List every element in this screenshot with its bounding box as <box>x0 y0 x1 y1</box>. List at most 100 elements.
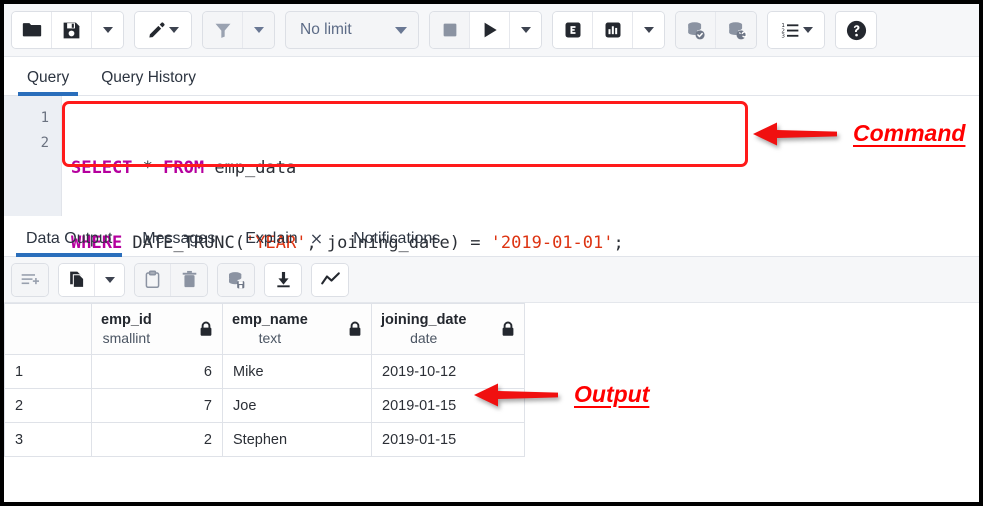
filter-icon <box>215 23 230 38</box>
output-annotation-label: Output <box>574 381 650 407</box>
numbered-list-icon: 1 2 3 <box>781 23 798 39</box>
commit-button[interactable] <box>676 12 716 48</box>
save-file-button[interactable] <box>52 12 92 48</box>
explain-button[interactable] <box>553 12 593 48</box>
chevron-down-icon <box>395 26 407 34</box>
table-row[interactable]: 1 6 Mike 2019-10-12 <box>4 354 525 389</box>
edit-button-group <box>134 11 192 49</box>
cell-emp_name[interactable]: Stephen <box>222 422 372 457</box>
line-number: 1 <box>40 110 49 126</box>
sql-keyword: FROM <box>163 158 205 178</box>
add-row-group <box>11 262 49 297</box>
transaction-button-group <box>675 11 757 49</box>
command-annotation-label: Command <box>853 120 966 146</box>
explain-button-group <box>552 11 665 49</box>
cell-emp_id[interactable]: 7 <box>91 388 223 423</box>
results-table-head: emp_id smallint emp_name text joining_da… <box>4 303 525 355</box>
query-tab-bar: Query Query History <box>4 57 979 96</box>
filter-button[interactable] <box>203 12 243 48</box>
tab-data-output[interactable]: Data Output <box>16 230 123 257</box>
column-header-joining_date[interactable]: joining_date date <box>371 303 525 355</box>
chevron-down-icon <box>520 27 531 33</box>
line-number: 2 <box>40 135 49 151</box>
sql-code-area[interactable]: SELECT * FROM emp_data WHERE DATE_TRUNC(… <box>62 96 979 253</box>
command-arrow-icon <box>751 122 839 145</box>
explain-analyze-button[interactable] <box>593 12 633 48</box>
sql-editor[interactable]: 1 2 SELECT * FROM emp_data WHERE DATE_TR… <box>4 96 979 253</box>
tab-query-history[interactable]: Query History <box>92 69 205 95</box>
table-header-row: emp_id smallint emp_name text joining_da… <box>4 303 525 355</box>
cell-emp_name[interactable]: Joe <box>222 388 372 423</box>
bar-chart-icon <box>605 22 620 38</box>
tab-notifications[interactable]: Notifications <box>343 230 450 256</box>
query-toolbar: No limit 1 2 3 <box>4 4 979 57</box>
chevron-down-icon <box>169 27 179 33</box>
close-icon[interactable]: × <box>310 229 323 248</box>
column-type: text <box>258 329 282 346</box>
execute-dropdown[interactable] <box>510 12 541 48</box>
chevron-down-icon <box>102 27 113 33</box>
table-row[interactable]: 2 7 Joe 2019-01-15 <box>4 388 525 423</box>
save-file-dropdown[interactable] <box>92 12 123 48</box>
column-header-emp_id[interactable]: emp_id smallint <box>91 303 223 355</box>
row-number: 2 <box>4 388 92 423</box>
column-header-emp_name[interactable]: emp_name text <box>222 303 372 355</box>
table-row[interactable]: 3 2 Stephen 2019-01-15 <box>4 422 525 457</box>
question-circle-icon <box>846 20 866 40</box>
sql-identifier: emp_data <box>204 158 297 178</box>
row-limit-select[interactable]: No limit <box>285 11 419 49</box>
column-name: emp_id <box>101 311 152 328</box>
column-type: smallint <box>102 329 151 346</box>
output-annotation: Output <box>472 381 649 408</box>
help-button[interactable] <box>836 12 876 48</box>
results-table-body: 1 6 Mike 2019-10-12 2 7 Joe 2019-01-15 3… <box>4 354 525 457</box>
row-number: 1 <box>4 354 92 389</box>
cell-joining_date[interactable]: 2019-01-15 <box>371 422 525 457</box>
tab-messages-label: Messages <box>142 230 216 247</box>
explain-dropdown[interactable] <box>633 12 664 48</box>
line-number-gutter: 1 2 <box>4 96 62 216</box>
chevron-down-icon <box>643 27 654 33</box>
chevron-down-icon <box>253 27 264 33</box>
tab-query[interactable]: Query <box>18 69 79 96</box>
database-undo-icon <box>728 21 747 39</box>
save-icon <box>63 22 80 38</box>
database-check-icon <box>688 21 705 39</box>
file-button-group <box>11 11 124 49</box>
column-name: joining_date <box>381 311 467 328</box>
results-table: emp_id smallint emp_name text joining_da… <box>4 303 525 457</box>
svg-text:3: 3 <box>781 33 785 39</box>
tab-query-history-label: Query History <box>101 69 196 86</box>
execute-button[interactable] <box>470 12 510 48</box>
add-row-button[interactable] <box>12 263 48 296</box>
macros-button[interactable]: 1 2 3 <box>768 12 824 48</box>
output-arrow-icon <box>472 383 560 406</box>
code-line-1: SELECT * FROM emp_data <box>71 156 979 181</box>
row-number: 3 <box>4 422 92 457</box>
edit-button[interactable] <box>135 12 191 48</box>
stop-button[interactable] <box>430 12 470 48</box>
play-icon <box>484 22 497 38</box>
execute-button-group <box>429 11 542 49</box>
cell-emp_name[interactable]: Mike <box>222 354 372 389</box>
pencil-icon <box>149 22 165 38</box>
cell-emp_id[interactable]: 2 <box>91 422 223 457</box>
help-button-group <box>835 11 877 49</box>
sql-semicolon: ; <box>613 233 624 253</box>
sql-keyword: SELECT <box>71 158 133 178</box>
pgadmin-query-tool: No limit 1 2 3 Query Query History 1 2 S… <box>4 4 979 502</box>
explain-e-icon <box>565 22 580 38</box>
results-grid-area: emp_id smallint emp_name text joining_da… <box>4 303 979 457</box>
lock-icon <box>199 321 213 337</box>
folder-icon <box>22 23 41 37</box>
sql-string: '2019-01-01' <box>490 233 614 253</box>
chevron-down-icon <box>802 27 813 33</box>
rollback-button[interactable] <box>716 12 756 48</box>
open-file-button[interactable] <box>12 12 52 48</box>
cell-emp_id[interactable]: 6 <box>91 354 223 389</box>
tab-messages[interactable]: Messages <box>132 230 225 256</box>
tab-explain-label: Explain <box>245 229 298 247</box>
filter-dropdown[interactable] <box>243 12 274 48</box>
tab-explain[interactable]: Explain × <box>235 229 333 256</box>
tab-query-label: Query <box>27 69 70 86</box>
